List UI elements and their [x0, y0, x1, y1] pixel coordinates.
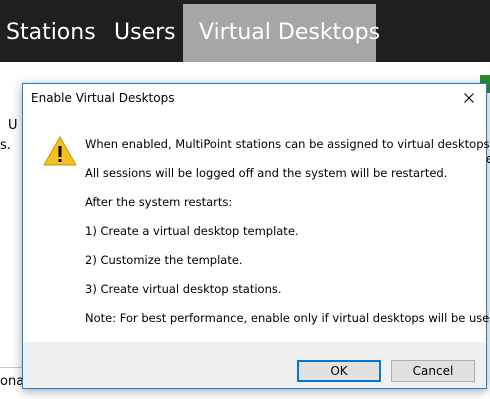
dialog-title: Enable Virtual Desktops	[31, 91, 175, 105]
background-left-fragment: s.	[0, 138, 11, 153]
background-header-fragment: U	[8, 118, 18, 133]
message-line-5: 2) Customize the template.	[85, 253, 243, 267]
message-line-7: Note: For best performance, enable only …	[85, 311, 490, 325]
message-line-4: 1) Create a virtual desktop template.	[85, 224, 299, 238]
cancel-button[interactable]: Cancel	[391, 360, 475, 382]
background-list-panel	[0, 118, 23, 368]
close-icon	[464, 93, 474, 103]
message-line-1: When enabled, MultiPoint stations can be…	[85, 137, 490, 151]
ok-button[interactable]: OK	[297, 360, 381, 382]
top-tab-bar: Stations Users Virtual Desktops	[0, 0, 490, 62]
message-line-6: 3) Create virtual desktop stations.	[85, 282, 282, 296]
message-line-3: After the system restarts:	[85, 195, 233, 209]
dialog-body: When enabled, MultiPoint stations can be…	[23, 112, 490, 342]
tab-virtual-desktops[interactable]: Virtual Desktops	[183, 4, 380, 62]
dialog-footer: OK Cancel	[23, 342, 486, 388]
close-button[interactable]	[452, 84, 486, 112]
tab-users[interactable]: Users	[98, 4, 192, 62]
message-line-2: All sessions will be logged off and the …	[85, 166, 448, 180]
background-bottom-text: ona	[0, 374, 25, 389]
enable-virtual-desktops-dialog: Enable Virtual Desktops When enabled, Mu…	[22, 83, 490, 389]
tab-stations[interactable]: Stations	[0, 4, 112, 62]
warning-icon	[43, 136, 77, 166]
